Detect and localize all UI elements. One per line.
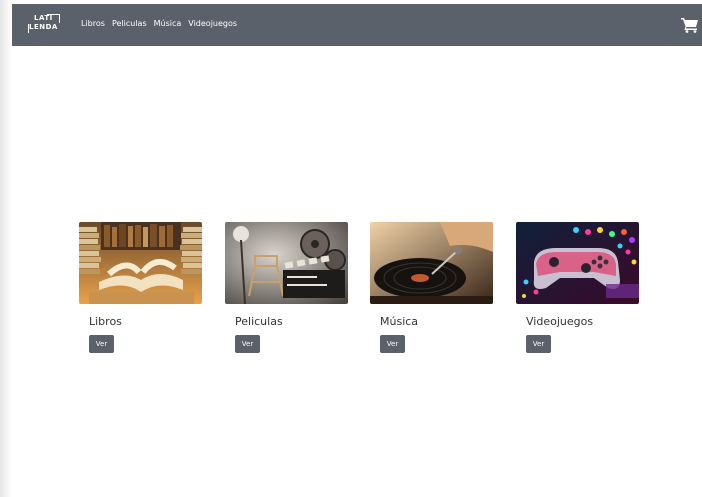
ver-button-libros[interactable]: Ver: [89, 335, 114, 353]
top-navbar: LATI LENDA Libros Peliculas Música Video…: [12, 4, 702, 46]
card-title: Libros: [89, 315, 122, 328]
libros-image: [79, 222, 202, 304]
ver-button-peliculas[interactable]: Ver: [235, 335, 260, 353]
nav-link-peliculas[interactable]: Peliculas: [112, 19, 147, 28]
ver-button-videojuegos[interactable]: Ver: [526, 335, 551, 353]
logo-bracket-right: [59, 14, 60, 23]
videojuegos-image: [516, 222, 639, 304]
nav-link-musica[interactable]: Música: [154, 19, 182, 28]
brand-logo-line2: LENDA: [29, 23, 58, 31]
cart-icon[interactable]: [681, 17, 699, 33]
category-card-peliculas: Peliculas Ver: [225, 222, 348, 353]
nav-link-libros[interactable]: Libros: [81, 19, 105, 28]
category-card-musica: Música Ver: [370, 222, 493, 353]
card-title: Peliculas: [235, 315, 283, 328]
brand-logo[interactable]: LATI LENDA: [27, 12, 61, 36]
card-title: Música: [380, 315, 419, 328]
ver-button-musica[interactable]: Ver: [380, 335, 405, 353]
nav-links: Libros Peliculas Música Videojuegos: [81, 19, 237, 28]
category-card-videojuegos: Videojuegos Ver: [516, 222, 639, 353]
peliculas-image: [225, 222, 348, 304]
logo-bracket-left: [28, 24, 29, 33]
brand-logo-line1: LATI: [34, 14, 53, 22]
musica-image: [370, 222, 493, 304]
nav-link-videojuegos[interactable]: Videojuegos: [188, 19, 237, 28]
category-card-libros: Libros Ver: [79, 222, 202, 353]
page-edge-shadow: [0, 0, 12, 497]
card-title: Videojuegos: [526, 315, 594, 328]
